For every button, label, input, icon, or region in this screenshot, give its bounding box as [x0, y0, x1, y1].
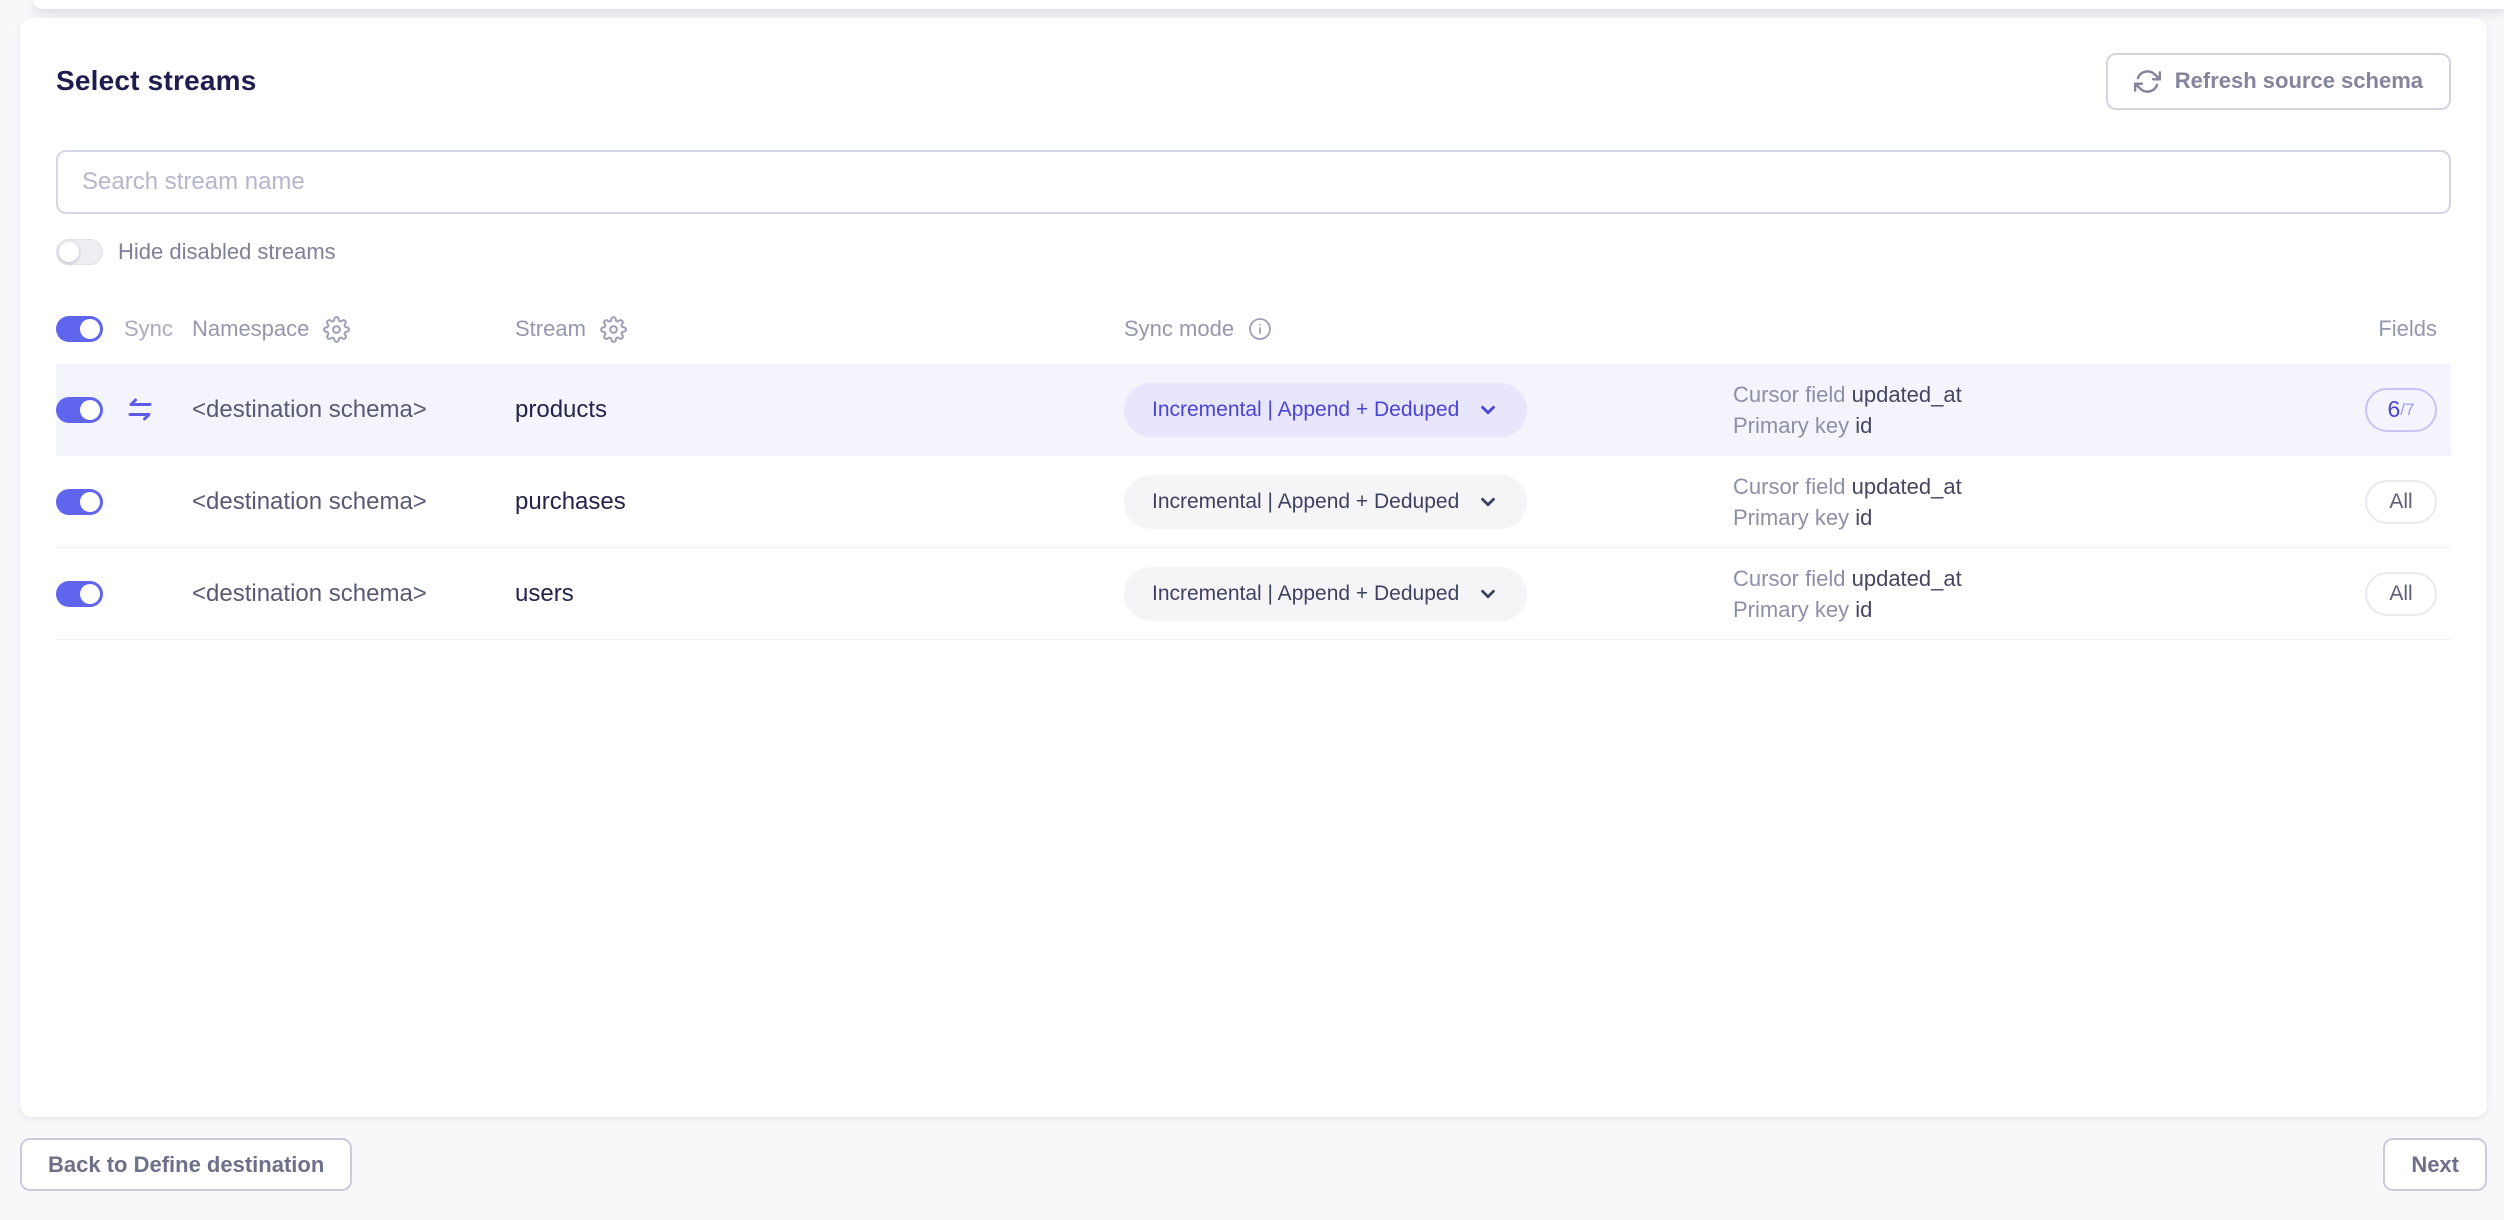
sync-mode-dropdown[interactable]: Incremental | Append + Deduped	[1124, 475, 1527, 529]
hide-disabled-label: Hide disabled streams	[118, 239, 336, 265]
stream-name: users	[515, 580, 574, 608]
header-stream: Stream	[515, 316, 586, 342]
header-sync-mode: Sync mode	[1124, 316, 1234, 342]
sync-mode-value: Incremental | Append + Deduped	[1152, 490, 1459, 514]
stream-settings-gear-icon[interactable]	[600, 316, 627, 343]
stream-name: purchases	[515, 488, 626, 516]
row-sync-toggle[interactable]	[56, 489, 103, 515]
page-title: Select streams	[56, 65, 256, 97]
fields-count-badge[interactable]: 6/7	[2365, 388, 2437, 432]
cursor-field-value: updated_at	[1852, 474, 1962, 499]
stream-name: products	[515, 396, 607, 424]
fields-count-badge[interactable]: All	[2365, 480, 2437, 524]
table-header-row: Sync Namespace Stream Sync mode	[56, 294, 2451, 364]
refresh-icon	[2134, 68, 2161, 95]
toggle-knob	[80, 584, 100, 604]
fields-all-label: All	[2389, 582, 2412, 606]
toggle-knob	[80, 319, 100, 339]
namespace-value: <destination schema>	[192, 396, 427, 424]
header-sync: Sync	[120, 316, 192, 342]
fields-all-label: All	[2389, 490, 2412, 514]
namespace-settings-gear-icon[interactable]	[323, 316, 350, 343]
fields-total-count: /7	[2400, 400, 2414, 420]
namespace-value: <destination schema>	[192, 488, 427, 516]
cursor-field-label: Cursor field	[1733, 566, 1845, 591]
streams-table: Sync Namespace Stream Sync mode	[56, 294, 2451, 640]
namespace-value: <destination schema>	[192, 580, 427, 608]
primary-key-value: id	[1855, 597, 1872, 622]
sync-mode-dropdown[interactable]: Incremental | Append + Deduped	[1124, 383, 1527, 437]
stream-row-products[interactable]: <destination schema> products Incrementa…	[56, 364, 2451, 456]
header-namespace: Namespace	[192, 316, 309, 342]
next-button[interactable]: Next	[2383, 1138, 2487, 1191]
stream-row-users[interactable]: <destination schema> users Incremental |…	[56, 548, 2451, 640]
cursor-pk-block: Cursor field updated_at Primary key id	[1733, 471, 2311, 533]
fields-selected-count: 6	[2388, 396, 2401, 423]
back-button[interactable]: Back to Define destination	[20, 1138, 352, 1191]
toggle-knob	[59, 242, 79, 262]
card-header: Select streams Refresh source schema	[56, 52, 2451, 110]
cursor-field-label: Cursor field	[1733, 382, 1845, 407]
refresh-source-schema-button[interactable]: Refresh source schema	[2106, 53, 2451, 110]
cursor-pk-block: Cursor field updated_at Primary key id	[1733, 379, 2311, 441]
sync-mode-value: Incremental | Append + Deduped	[1152, 582, 1459, 606]
cursor-field-value: updated_at	[1852, 382, 1962, 407]
cursor-field-label: Cursor field	[1733, 474, 1845, 499]
hide-disabled-row: Hide disabled streams	[56, 238, 2451, 266]
primary-key-label: Primary key	[1733, 413, 1849, 438]
primary-key-label: Primary key	[1733, 597, 1849, 622]
hide-disabled-toggle[interactable]	[56, 239, 103, 265]
header-fields: Fields	[2311, 316, 2451, 342]
cursor-pk-block: Cursor field updated_at Primary key id	[1733, 563, 2311, 625]
sync-direction-arrows-icon	[124, 397, 156, 422]
wizard-footer: Back to Define destination Next	[20, 1117, 2487, 1220]
primary-key-label: Primary key	[1733, 505, 1849, 530]
previous-card-edge	[33, 0, 2504, 9]
sync-mode-value: Incremental | Append + Deduped	[1152, 398, 1459, 422]
chevron-down-icon	[1477, 399, 1499, 421]
refresh-button-label: Refresh source schema	[2175, 68, 2423, 94]
chevron-down-icon	[1477, 491, 1499, 513]
toggle-knob	[80, 400, 100, 420]
sync-mode-dropdown[interactable]: Incremental | Append + Deduped	[1124, 567, 1527, 621]
select-streams-card: Select streams Refresh source schema Hid…	[20, 18, 2487, 1117]
primary-key-value: id	[1855, 413, 1872, 438]
toggle-knob	[80, 492, 100, 512]
sync-mode-info-icon[interactable]	[1248, 317, 1272, 341]
cursor-field-value: updated_at	[1852, 566, 1962, 591]
fields-count-badge[interactable]: All	[2365, 572, 2437, 616]
chevron-down-icon	[1477, 583, 1499, 605]
sync-all-toggle[interactable]	[56, 316, 103, 342]
row-sync-toggle[interactable]	[56, 397, 103, 423]
row-sync-toggle[interactable]	[56, 581, 103, 607]
search-input[interactable]	[56, 150, 2451, 214]
primary-key-value: id	[1855, 505, 1872, 530]
stream-row-purchases[interactable]: <destination schema> purchases Increment…	[56, 456, 2451, 548]
